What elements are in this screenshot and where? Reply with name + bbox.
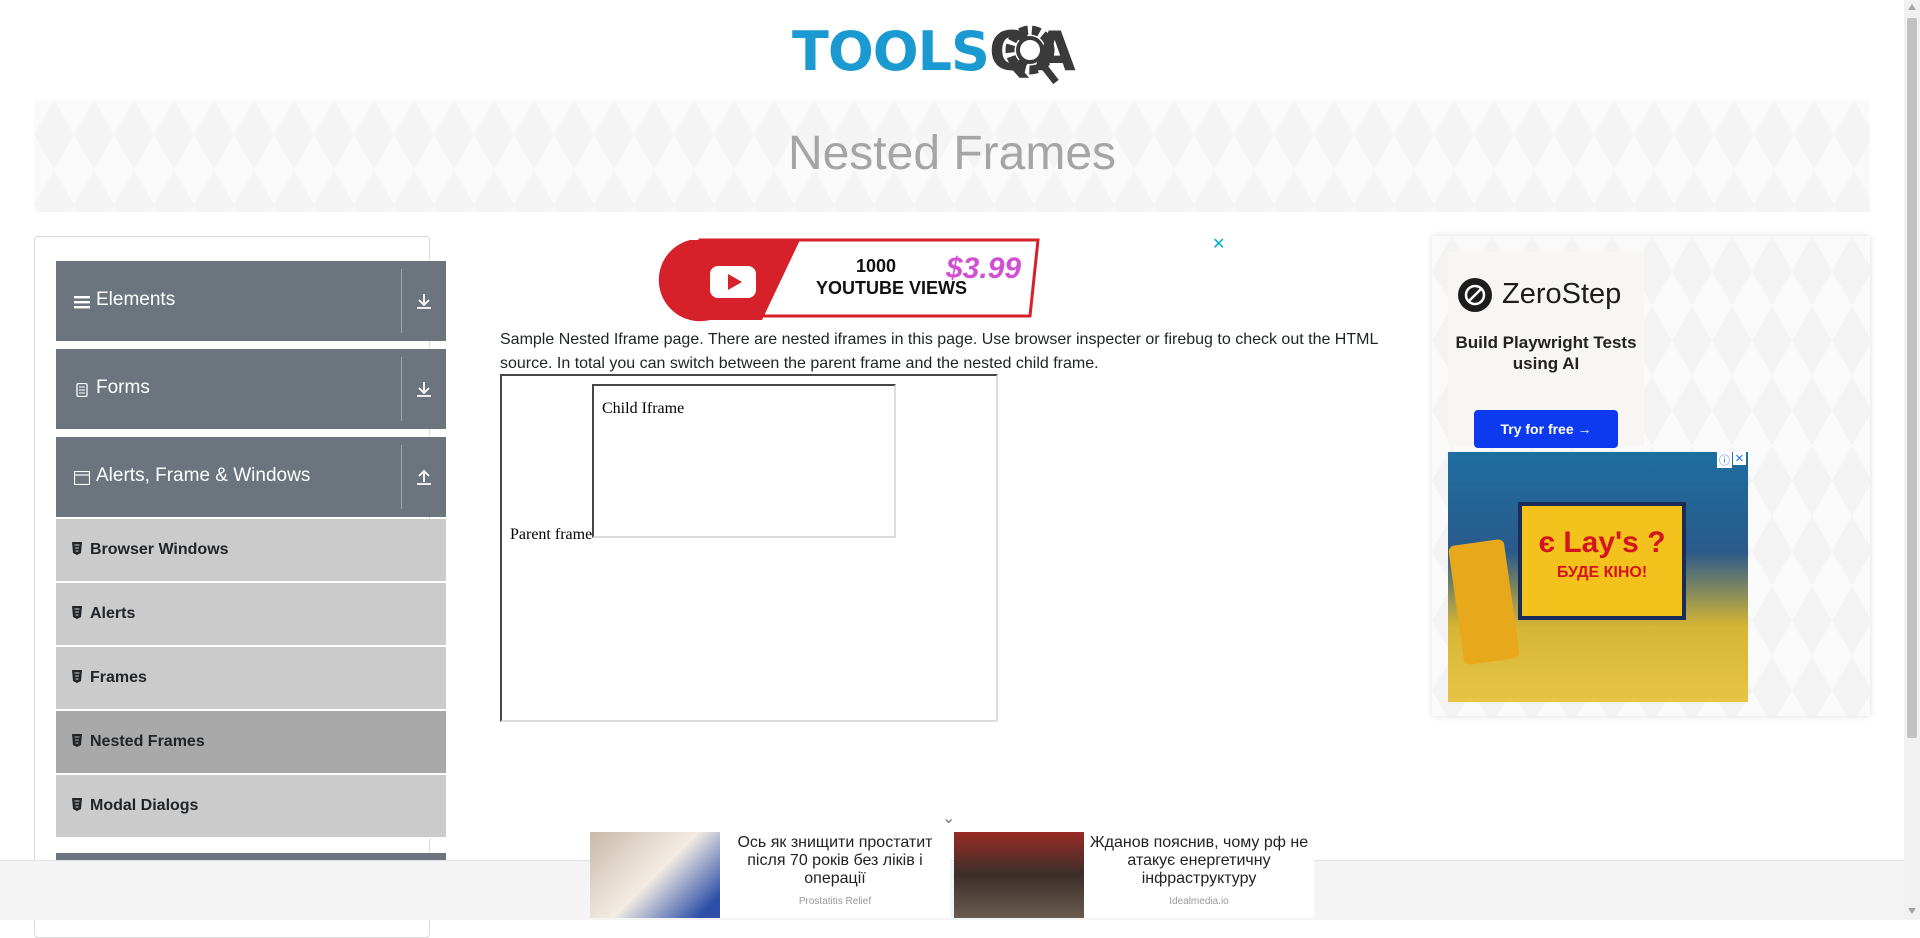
adchoices-icon[interactable]: ⓘ	[1717, 452, 1732, 468]
menu-icon	[74, 296, 90, 309]
lays-tv-screen: є Lay's ? БУДЕ КІНО!	[1518, 502, 1686, 620]
ad-zerostep[interactable]: ZeroStep Build Playwright Tests using AI…	[1448, 252, 1644, 448]
html5-icon	[72, 670, 82, 683]
parent-iframe[interactable]: Parent frame Child Iframe	[500, 374, 998, 722]
scroll-up-arrow-icon[interactable]	[1908, 4, 1916, 10]
html5-icon	[72, 542, 82, 555]
ad-price: $3.99	[946, 252, 1022, 285]
lays-title: є Lay's ?	[1538, 526, 1666, 559]
logo-tools-text: TOOLS	[792, 20, 990, 83]
sidebar-group-forms[interactable]: Forms	[56, 349, 446, 429]
lays-subtitle: БУДЕ КІНО!	[1556, 564, 1648, 581]
sidebar-group-alerts-frame-windows[interactable]: Alerts, Frame & Windows	[56, 437, 446, 517]
sidebar-item-label: Alerts	[90, 605, 136, 622]
scrollbar-thumb[interactable]	[1907, 18, 1917, 738]
sidebar-item-label: Modal Dialogs	[90, 797, 199, 814]
page-description: Sample Nested Iframe page. There are nes…	[500, 331, 1378, 372]
chips-bag-image	[1448, 538, 1521, 666]
sidebar-item-modal-dialogs[interactable]: Modal Dialogs	[56, 775, 446, 839]
ad-lays[interactable]: є Lay's ? БУДЕ КІНО! ⓘ ✕	[1448, 452, 1748, 702]
news-source: Prostatitis Relief	[798, 896, 872, 907]
divider	[401, 357, 402, 421]
document-icon	[76, 383, 88, 397]
divider	[401, 269, 402, 333]
ad-banner-youtube-views[interactable]: 1000 YOUTUBE VIEWS $3.99	[500, 236, 1228, 326]
zerostep-logo-icon	[1458, 278, 1492, 312]
news-thumbnail	[590, 832, 720, 918]
news-title: Ось як знищити простатит після 70 років …	[737, 834, 933, 887]
download-arrow-icon[interactable]	[414, 291, 434, 311]
try-for-free-button[interactable]: Try for free →	[1474, 410, 1618, 448]
news-source: Idealmedia.io	[1169, 896, 1229, 907]
ad-line1: 1000	[856, 256, 897, 276]
news-ad-item[interactable]: Ось як знищити простатит після 70 років …	[590, 832, 950, 918]
window-icon	[74, 471, 90, 485]
news-ad-item[interactable]: Жданов пояснив, чому рф не атакує енерге…	[954, 832, 1314, 918]
divider	[401, 445, 402, 509]
scroll-down-arrow-icon[interactable]	[1908, 908, 1916, 914]
zerostep-brand: ZeroStep	[1502, 278, 1622, 310]
gear-magnifier-icon	[1005, 25, 1059, 85]
sidebar-item-label: Browser Windows	[90, 541, 229, 558]
sidebar-item-browser-windows[interactable]: Browser Windows	[56, 519, 446, 583]
right-ad-panel: ZeroStep Build Playwright Tests using AI…	[1432, 236, 1870, 716]
html5-icon	[72, 798, 82, 811]
sidebar-group-label: Elements	[96, 289, 176, 310]
child-iframe[interactable]: Child Iframe	[592, 384, 896, 538]
news-title: Жданов пояснив, чому рф не атакує енерге…	[1089, 834, 1309, 887]
zerostep-tagline: Build Playwright Tests using AI	[1455, 333, 1637, 373]
html5-icon	[72, 606, 82, 619]
sidebar-group-label: Alerts, Frame & Windows	[96, 465, 311, 486]
collapse-chevron-icon[interactable]: ⌄	[942, 808, 955, 828]
page-title: Nested Frames	[787, 127, 1117, 180]
sidebar-group-label: Forms	[96, 377, 150, 398]
sidebar-item-label: Frames	[90, 669, 147, 686]
toolsqa-logo[interactable]: TOOLSQA	[792, 14, 1116, 90]
ad-close-icon[interactable]: ✕	[1732, 452, 1746, 465]
upload-arrow-icon[interactable]	[414, 467, 434, 487]
sidebar: Elements Forms Alerts, Frame & Windows B…	[34, 236, 446, 938]
sidebar-item-nested-frames[interactable]: Nested Frames	[56, 711, 446, 775]
child-frame-label: Child Iframe	[602, 400, 685, 417]
download-arrow-icon[interactable]	[414, 379, 434, 399]
news-thumbnail	[954, 832, 1084, 918]
ad-close-icon[interactable]: ✕	[1212, 234, 1225, 254]
html5-icon	[72, 734, 82, 747]
sidebar-item-alerts[interactable]: Alerts	[56, 583, 446, 647]
sidebar-item-label: Nested Frames	[90, 733, 205, 750]
parent-frame-label: Parent frame	[510, 526, 593, 543]
page-banner: Nested Frames	[34, 100, 1870, 212]
ad-line2: YOUTUBE VIEWS	[816, 278, 968, 298]
sidebar-item-frames[interactable]: Frames	[56, 647, 446, 711]
sidebar-group-elements[interactable]: Elements	[56, 261, 446, 341]
